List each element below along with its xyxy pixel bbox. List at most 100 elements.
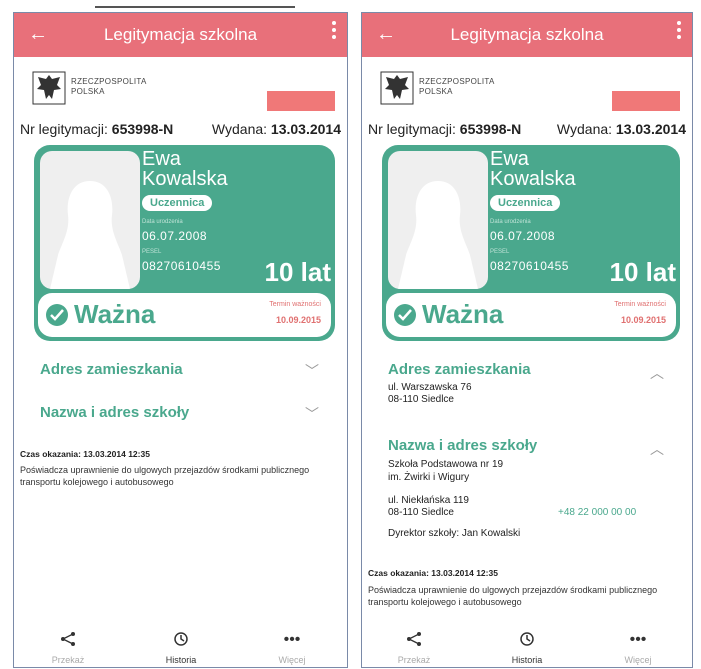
nav-history-label: Historia <box>165 655 197 665</box>
republic-line2: POLSKA <box>71 87 105 96</box>
bottom-nav: Przekaż Historia ••• Więcej <box>14 623 347 667</box>
id-row: Nr legitymacji: 653998-N Wydana: 13.03.2… <box>20 121 341 137</box>
share-icon <box>374 631 454 651</box>
role-badge: Uczennica <box>490 195 561 211</box>
pesel-label: PESEL <box>142 249 162 255</box>
polish-eagle-icon <box>32 71 66 105</box>
flag-bar <box>267 91 335 111</box>
republic-line1: RZECZPOSPOLITA <box>71 77 147 86</box>
nav-history-label: Historia <box>511 655 543 665</box>
nav-more-label: Więcej <box>278 655 306 665</box>
age: 10 lat <box>264 257 332 287</box>
nav-share[interactable]: Przekaż <box>374 631 454 665</box>
issued-value: 13.03.2014 <box>615 121 686 137</box>
birth-label: Data urodzenia <box>490 219 531 225</box>
id-card: Ewa Kowalska Uczennica Data urodzenia 06… <box>34 145 335 341</box>
nr-label: Nr legitymacji: <box>20 121 108 137</box>
entitlement-text: Poświadcza uprawnienie do ulgowych przej… <box>20 465 310 487</box>
issued-wrap: Wydana: 13.03.2014 <box>212 121 341 137</box>
school-street: ul. Niekłańska 119 <box>388 495 469 506</box>
screen-expanded: ← Legitymacja szkolna RZECZPOSPOLITA POL… <box>361 12 693 668</box>
first-name: Ewa <box>490 148 529 170</box>
school-city: 08-110 Siedlce <box>388 507 454 518</box>
app-title: Legitymacja szkolna <box>450 25 604 44</box>
term-value: 10.09.2015 <box>275 315 321 325</box>
school-name2: im. Żwirki i Wigury <box>388 472 470 483</box>
issued-value: 13.03.2014 <box>270 121 341 137</box>
photo <box>388 151 488 289</box>
school-name1: Szkoła Podstawowa nr 19 <box>388 459 504 470</box>
photo <box>40 151 140 289</box>
share-icon <box>28 631 108 651</box>
nav-history[interactable]: Historia <box>487 631 567 665</box>
nr-label: Nr legitymacji: <box>368 121 456 137</box>
silhouette-icon <box>398 181 478 289</box>
address-line1: ul. Warszawska 76 <box>388 382 472 393</box>
section-school[interactable]: Nazwa i adres szkoły <box>40 404 189 421</box>
nav-more[interactable]: ••• Więcej <box>252 631 332 665</box>
chevron-down-icon[interactable]: ﹀ <box>305 361 319 381</box>
kebab-menu-icon[interactable] <box>676 21 682 42</box>
pesel-value: 08270610455 <box>142 259 221 273</box>
pesel-label: PESEL <box>490 249 510 255</box>
school-phone[interactable]: +48 22 000 00 00 <box>558 507 636 518</box>
role-badge: Uczennica <box>142 195 213 211</box>
chevron-down-icon[interactable]: ﹀ <box>305 404 319 424</box>
age: 10 lat <box>609 257 677 287</box>
section-school[interactable]: Nazwa i adres szkoły <box>388 437 537 454</box>
app-bar: ← Legitymacja szkolna <box>362 13 692 57</box>
check-circle-icon <box>46 304 68 326</box>
chevron-up-icon[interactable]: ︿ <box>650 363 664 383</box>
term-label: Termin ważności <box>269 301 321 308</box>
last-name: Kowalska <box>142 168 228 190</box>
last-name: Kowalska <box>490 168 576 190</box>
full-name: Ewa Kowalska <box>142 149 228 189</box>
status-text: Ważna <box>74 299 156 329</box>
app-title: Legitymacja szkolna <box>103 25 258 44</box>
id-row: Nr legitymacji: 653998-N Wydana: 13.03.2… <box>368 121 686 137</box>
history-icon <box>141 631 221 651</box>
birth-label: Data urodzenia <box>142 219 183 225</box>
birth-value: 06.07.2008 <box>490 229 556 243</box>
bottom-nav: Przekaż Historia ••• Więcej <box>362 623 692 667</box>
entitlement-text: Poświadcza uprawnienie do ulgowych przej… <box>368 585 658 607</box>
section-address[interactable]: Adres zamieszkania <box>388 361 531 378</box>
shown-time: Czas okazania: 13.03.2014 12:35 <box>20 449 150 459</box>
birth-value: 06.07.2008 <box>142 229 208 243</box>
republic-label: RZECZPOSPOLITA POLSKA <box>419 77 495 97</box>
republic-line1: RZECZPOSPOLITA <box>419 77 495 86</box>
issued-wrap: Wydana: 13.03.2014 <box>557 121 686 137</box>
chevron-up-icon[interactable]: ︿ <box>650 439 664 459</box>
polish-eagle-icon <box>380 71 414 105</box>
status-box: Ważna Termin ważności 10.09.2015 <box>38 293 331 337</box>
republic-line2: POLSKA <box>419 87 453 96</box>
nr-value: 653998-N <box>111 121 174 137</box>
more-dots-icon: ••• <box>629 631 647 648</box>
shown-time: Czas okazania: 13.03.2014 12:35 <box>368 568 498 578</box>
flag-bar <box>612 91 680 111</box>
republic-label: RZECZPOSPOLITA POLSKA <box>71 77 147 97</box>
nav-more[interactable]: ••• Więcej <box>598 631 678 665</box>
pesel-value: 08270610455 <box>490 259 569 273</box>
issued-label: Wydana: <box>211 121 268 137</box>
check-circle-icon <box>394 304 416 326</box>
nr-value: 653998-N <box>459 121 522 137</box>
history-icon <box>487 631 567 651</box>
status-text: Ważna <box>422 299 504 329</box>
silhouette-icon <box>50 181 130 289</box>
nav-history[interactable]: Historia <box>141 631 221 665</box>
full-name: Ewa Kowalska <box>490 149 576 189</box>
first-name: Ewa <box>142 148 181 170</box>
nav-more-label: Więcej <box>624 655 652 665</box>
status-box: Ważna Termin ważności 10.09.2015 <box>386 293 676 337</box>
top-divider <box>95 6 295 8</box>
nav-share[interactable]: Przekaż <box>28 631 108 665</box>
id-card: Ewa Kowalska Uczennica Data urodzenia 06… <box>382 145 680 341</box>
kebab-menu-icon[interactable] <box>331 21 337 42</box>
address-line2: 08-110 Siedlce <box>388 394 454 405</box>
nav-share-label: Przekaż <box>51 655 85 665</box>
issued-label: Wydana: <box>556 121 613 137</box>
screen-collapsed: ← Legitymacja szkolna RZECZPOSPOLITA POL… <box>13 12 348 668</box>
director: Dyrektor szkoły: Jan Kowalski <box>388 528 521 539</box>
section-address[interactable]: Adres zamieszkania <box>40 361 183 378</box>
